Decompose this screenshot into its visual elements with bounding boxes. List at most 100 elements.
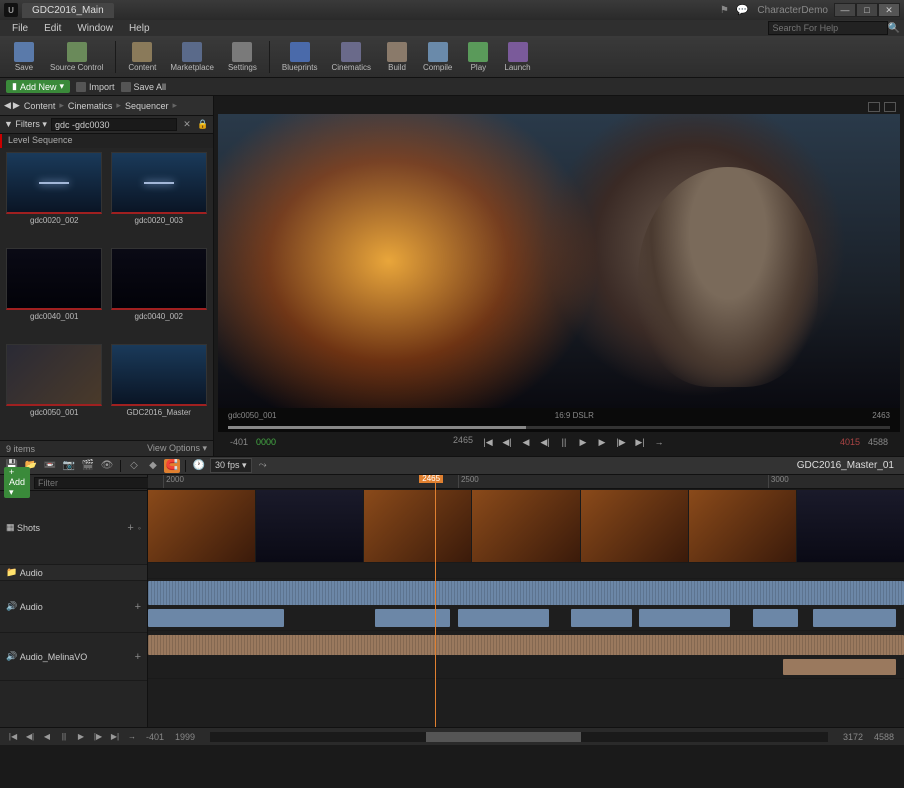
minimize-button[interactable]: — <box>834 3 856 17</box>
snap-icon[interactable]: 🧲 <box>164 459 180 473</box>
asset-item[interactable]: GDC2016_Master <box>109 344 210 436</box>
document-tab[interactable]: GDC2016_Main <box>22 3 114 18</box>
frame-back-button[interactable]: ◀ <box>518 435 534 449</box>
help-search-input[interactable] <box>768 21 888 35</box>
seq-play-rev-button[interactable]: ◀ <box>40 731 54 743</box>
track-audio[interactable]: 🔊 Audio + <box>0 581 147 633</box>
settings-button[interactable]: Settings <box>222 40 263 74</box>
play-button[interactable]: Play <box>460 40 496 74</box>
play-forward-button[interactable]: ▶ <box>575 435 591 449</box>
menu-help[interactable]: Help <box>121 22 158 35</box>
shot-thumb[interactable] <box>689 490 796 562</box>
build-button[interactable]: Build <box>379 40 415 74</box>
back-icon[interactable]: ◀ <box>4 100 11 111</box>
compile-button[interactable]: Compile <box>417 40 458 74</box>
seq-range-end1: 3172 <box>839 732 867 742</box>
camera-icon[interactable]: 📷 <box>61 459 77 473</box>
step-back-button[interactable]: ◀| <box>499 435 515 449</box>
seq-goto-end-button[interactable]: ▶| <box>108 731 122 743</box>
track-audio-melina[interactable]: 🔊 Audio_MelinaVO + <box>0 633 147 681</box>
key-icon[interactable]: ◇ <box>126 459 142 473</box>
render-icon[interactable]: 📼 <box>42 459 58 473</box>
seq-pause-button[interactable]: || <box>57 731 71 743</box>
curves-icon[interactable]: ⤳ <box>255 459 271 473</box>
add-new-button[interactable]: ▮ Add New ▾ <box>6 80 70 93</box>
close-button[interactable]: ✕ <box>878 3 900 17</box>
asset-item[interactable]: gdc0020_002 <box>4 152 105 244</box>
timeline-ruler[interactable]: 2000 2500 3000 <box>148 475 904 489</box>
shot-thumb[interactable] <box>256 490 363 562</box>
play-reverse-button[interactable]: ◀| <box>537 435 553 449</box>
maximize-button[interactable]: □ <box>856 3 878 17</box>
seq-loop-button[interactable]: → <box>125 731 139 743</box>
timeline[interactable]: 2000 2500 3000 <box>148 475 904 727</box>
track-options-icon[interactable]: ◦ <box>138 523 141 533</box>
forward-icon[interactable]: ▶ <box>13 100 20 111</box>
audio-track-2[interactable] <box>148 631 904 679</box>
shot-strip[interactable] <box>148 489 904 563</box>
marketplace-button[interactable]: Marketplace <box>164 40 220 74</box>
viewport-grid-icon[interactable] <box>868 102 880 112</box>
notification-icon[interactable]: ⚑ <box>717 3 731 17</box>
breadcrumb-cinematics[interactable]: Cinematics <box>66 101 115 111</box>
view-options-button[interactable]: View Options ▾ <box>147 443 207 454</box>
launch-button[interactable]: Launch <box>498 40 536 74</box>
save-button[interactable]: Save <box>6 40 42 74</box>
clock-icon[interactable]: 🕐 <box>191 459 207 473</box>
menu-window[interactable]: Window <box>69 22 121 35</box>
seq-step-back-button[interactable]: ◀| <box>23 731 37 743</box>
viewport-scrubber[interactable] <box>218 422 900 432</box>
clear-filter-icon[interactable]: ✕ <box>181 119 193 131</box>
menu-file[interactable]: File <box>4 22 36 35</box>
add-track-button[interactable]: + Add ▾ <box>4 467 30 498</box>
breadcrumb-content[interactable]: Content <box>22 101 58 111</box>
search-icon[interactable]: 🔍 <box>888 23 900 34</box>
sequencer-toolbar: 💾 📂 📼 📷 🎬 👁 ◇ ◆ 🧲 🕐 30 fps ▾ ⤳ GDC2016_M… <box>0 457 904 475</box>
breadcrumb-sequencer[interactable]: Sequencer <box>123 101 171 111</box>
frame-fwd-button[interactable]: ▶ <box>594 435 610 449</box>
audio-track-1[interactable] <box>148 579 904 631</box>
asset-item[interactable]: gdc0040_001 <box>4 248 105 340</box>
shot-thumb[interactable] <box>472 490 579 562</box>
shot-thumb[interactable] <box>797 490 904 562</box>
menu-edit[interactable]: Edit <box>36 22 69 35</box>
content-button[interactable]: Content <box>122 40 162 74</box>
shot-thumb[interactable] <box>364 490 471 562</box>
pause-button[interactable]: || <box>556 435 572 449</box>
seq-play-fwd-button[interactable]: ▶ <box>74 731 88 743</box>
clap-icon[interactable]: 🎬 <box>80 459 96 473</box>
chat-icon[interactable]: 💬 <box>735 3 749 17</box>
loop-button[interactable]: → <box>651 435 667 449</box>
goto-start-button[interactable]: |◀ <box>480 435 496 449</box>
auto-key-icon[interactable]: ◆ <box>145 459 161 473</box>
track-filter-input[interactable] <box>34 477 159 489</box>
track-audio-folder[interactable]: 📁 Audio <box>0 565 147 581</box>
playhead[interactable] <box>435 475 436 727</box>
filters-dropdown[interactable]: ▼ Filters ▾ <box>4 119 47 130</box>
fps-selector[interactable]: 30 fps ▾ <box>210 458 252 473</box>
source-control-button[interactable]: Source Control <box>44 40 109 74</box>
import-button[interactable]: Import <box>76 82 115 92</box>
save-all-button[interactable]: Save All <box>121 82 167 92</box>
shot-thumb[interactable] <box>148 490 255 562</box>
timeline-hscroll[interactable] <box>210 732 828 742</box>
shot-thumb[interactable] <box>581 490 688 562</box>
cinematic-viewport[interactable] <box>218 114 900 408</box>
seq-step-fwd-button[interactable]: |▶ <box>91 731 105 743</box>
eye-icon[interactable]: 👁 <box>99 459 115 473</box>
add-shot-icon[interactable]: + <box>127 522 133 534</box>
asset-item[interactable]: gdc0050_001 <box>4 344 105 436</box>
filter-input[interactable] <box>51 118 177 131</box>
asset-item[interactable]: gdc0040_002 <box>109 248 210 340</box>
cinematics-button[interactable]: Cinematics <box>325 40 377 74</box>
step-fwd-button[interactable]: |▶ <box>613 435 629 449</box>
viewport-layout-icon[interactable] <box>884 102 896 112</box>
asset-item[interactable]: gdc0020_003 <box>109 152 210 244</box>
add-audio-icon[interactable]: + <box>135 651 141 663</box>
blueprints-button[interactable]: Blueprints <box>276 40 324 74</box>
track-shots[interactable]: ▦ Shots + ◦ <box>0 491 147 565</box>
seq-goto-start-button[interactable]: |◀ <box>6 731 20 743</box>
goto-end-button[interactable]: ▶| <box>632 435 648 449</box>
filter-lock-icon[interactable]: 🔒 <box>197 119 209 131</box>
add-audio-icon[interactable]: + <box>135 601 141 613</box>
